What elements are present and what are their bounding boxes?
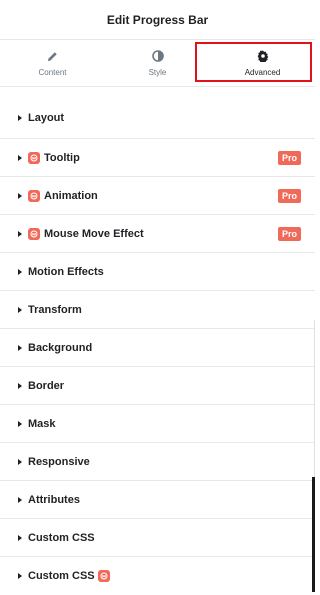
scrollbar[interactable] [312,477,315,592]
tab-content[interactable]: Content [0,40,105,86]
section-list: Layout Tooltip Pro Animation Pro Mouse M… [0,98,315,595]
section-label: Responsive [28,455,90,468]
tab-bar: Content Style Advanced [0,40,315,87]
pro-badge: Pro [277,188,301,203]
caret-right-icon [18,230,22,237]
section-label: Motion Effects [28,265,104,278]
section-label: Custom CSS [28,531,95,544]
pencil-icon [46,50,59,63]
caret-right-icon [18,458,22,465]
caret-right-icon [18,382,22,389]
tab-label: Style [148,67,167,77]
section-tooltip[interactable]: Tooltip Pro [0,139,315,177]
page-title: Edit Progress Bar [106,12,209,27]
pro-badge: Pro [277,226,301,241]
section-responsive[interactable]: Responsive [0,443,315,481]
section-animation[interactable]: Animation Pro [0,177,315,215]
section-label: Background [28,341,93,354]
tab-label: Content [38,67,67,77]
caret-right-icon [18,420,22,427]
section-label: Mask [28,417,56,430]
section-attributes[interactable]: Attributes [0,481,315,519]
pro-feature-icon [28,151,40,164]
pro-feature-icon [28,227,40,240]
section-custom-css[interactable]: Custom CSS [0,519,315,557]
section-background[interactable]: Background [0,329,315,367]
pro-feature-icon [28,189,40,202]
section-label: Attributes [28,493,80,506]
caret-right-icon [18,534,22,541]
section-custom-css-pro[interactable]: Custom CSS [0,557,315,595]
panel-header: Edit Progress Bar [0,0,315,40]
caret-right-icon [18,573,22,579]
tab-style[interactable]: Style [105,40,210,86]
section-transform[interactable]: Transform [0,291,315,329]
caret-right-icon [18,115,22,121]
half-circle-icon [151,50,164,63]
section-mask[interactable]: Mask [0,405,315,443]
caret-right-icon [18,268,22,275]
section-label: Border [28,379,65,392]
caret-right-icon [18,192,22,199]
section-label: Animation [44,189,98,202]
section-label: Custom CSS [28,570,95,582]
panel-edge [314,320,315,477]
section-label: Mouse Move Effect [44,227,144,240]
tab-label: Advanced [244,67,281,77]
caret-right-icon [18,496,22,503]
section-label: Transform [28,303,82,316]
gear-icon [256,50,269,63]
pro-feature-icon [97,570,110,582]
section-border[interactable]: Border [0,367,315,405]
section-motion-effects[interactable]: Motion Effects [0,253,315,291]
section-label: Layout [28,112,65,124]
tab-advanced[interactable]: Advanced [210,40,315,86]
caret-right-icon [18,306,22,313]
caret-right-icon [18,344,22,351]
section-layout[interactable]: Layout [0,98,315,139]
section-mouse-move-effect[interactable]: Mouse Move Effect Pro [0,215,315,253]
caret-right-icon [18,154,22,161]
section-label: Tooltip [44,151,80,164]
pro-badge: Pro [277,150,301,165]
